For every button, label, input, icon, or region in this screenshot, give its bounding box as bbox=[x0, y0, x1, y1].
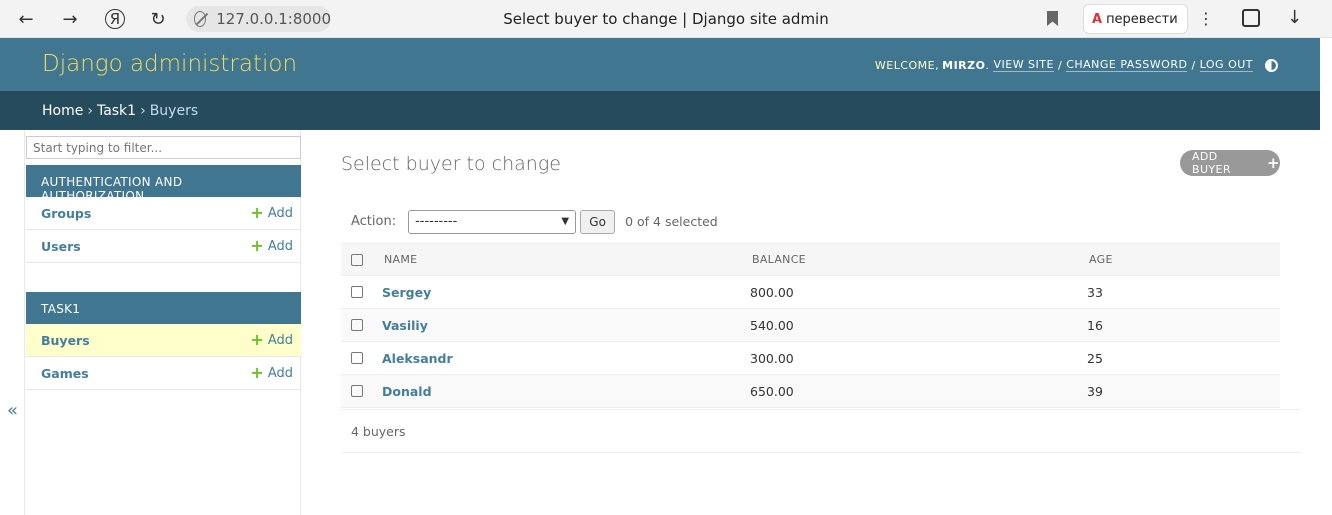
sidebar-item-games[interactable]: Games + Add bbox=[26, 357, 301, 390]
add-buyer-button[interactable]: ADD BUYER + bbox=[1180, 150, 1280, 176]
column-header-age[interactable]: AGE bbox=[1089, 253, 1113, 266]
translate-icon: A bbox=[1092, 11, 1103, 27]
log-out-link[interactable]: LOG OUT bbox=[1199, 58, 1253, 72]
user-tools: WELCOME, MIRZO. VIEW SITE / CHANGE PASSW… bbox=[875, 58, 1278, 72]
nav-sidebar: AUTHENTICATION AND AUTHORIZATION Groups … bbox=[24, 130, 301, 515]
breadcrumb-app[interactable]: Task1 bbox=[97, 103, 136, 119]
buyer-name-link[interactable]: Sergey bbox=[382, 285, 431, 300]
sidebar-item-groups[interactable]: Groups + Add bbox=[26, 197, 301, 230]
table-row: Sergey 800.00 33 bbox=[341, 276, 1280, 309]
buyer-name-link[interactable]: Donald bbox=[382, 384, 432, 399]
period: . bbox=[985, 58, 990, 72]
username: MIRZO bbox=[942, 58, 986, 72]
filter-input[interactable] bbox=[26, 136, 301, 159]
buyer-name-link[interactable]: Vasiliy bbox=[382, 318, 428, 333]
table-row: Vasiliy 540.00 16 bbox=[341, 309, 1280, 342]
site-header: Django administration WELCOME, MIRZO. VI… bbox=[0, 38, 1320, 91]
buyer-age: 16 bbox=[1087, 317, 1103, 333]
sidebar-item-label[interactable]: Games bbox=[41, 366, 89, 381]
action-label: Action: bbox=[351, 214, 397, 229]
download-icon[interactable]: ↓ bbox=[1287, 7, 1302, 28]
buyer-age: 25 bbox=[1087, 350, 1103, 366]
selection-counter: 0 of 4 selected bbox=[625, 214, 718, 229]
add-groups-link[interactable]: + Add bbox=[250, 205, 293, 221]
sidebar-item-users[interactable]: Users + Add bbox=[26, 230, 301, 263]
plus-icon: + bbox=[250, 203, 264, 222]
plus-icon: + bbox=[250, 236, 264, 255]
buyer-balance: 650.00 bbox=[750, 383, 794, 399]
select-all-checkbox[interactable] bbox=[351, 253, 363, 266]
sidebar-item-label[interactable]: Groups bbox=[41, 206, 91, 221]
chevron-down-icon: ▼ bbox=[561, 216, 570, 227]
sidebar-item-label[interactable]: Users bbox=[41, 239, 81, 254]
add-label: Add bbox=[267, 205, 293, 221]
actions-bar: Action: --------- ▼ Go 0 of 4 selected bbox=[341, 206, 1280, 237]
buyer-balance: 300.00 bbox=[750, 350, 794, 366]
add-users-link[interactable]: + Add bbox=[250, 238, 293, 254]
toggle-sidebar-button[interactable]: « bbox=[7, 400, 18, 421]
browser-toolbar: ← → Я ↻ 127.0.0.1:8000 Select buyer to c… bbox=[0, 0, 1332, 38]
theme-toggle-icon[interactable] bbox=[1265, 58, 1278, 72]
app-caption-task1[interactable]: TASK1 bbox=[26, 292, 301, 324]
action-selected-value: --------- bbox=[415, 214, 458, 229]
separator: / bbox=[1191, 58, 1196, 72]
table-row: Donald 650.00 39 bbox=[341, 375, 1280, 408]
breadcrumb-home[interactable]: Home bbox=[42, 103, 83, 119]
plus-icon: + bbox=[1267, 154, 1280, 172]
breadcrumb-sep: › bbox=[87, 103, 93, 119]
add-label: Add bbox=[267, 332, 293, 348]
translate-label: перевести bbox=[1106, 11, 1178, 27]
column-header-name[interactable]: NAME bbox=[384, 253, 417, 266]
change-password-link[interactable]: CHANGE PASSWORD bbox=[1066, 58, 1188, 72]
plus-icon: + bbox=[250, 363, 264, 382]
add-games-link[interactable]: + Add bbox=[250, 365, 293, 381]
breadcrumb-current: Buyers bbox=[149, 103, 199, 119]
sidebar-item-label[interactable]: Buyers bbox=[41, 333, 90, 348]
breadcrumb: Home › Task1 › Buyers bbox=[0, 91, 1320, 130]
plus-icon: + bbox=[250, 330, 264, 349]
add-label: Add bbox=[267, 365, 293, 381]
sidebar-item-buyers[interactable]: Buyers + Add bbox=[26, 324, 301, 357]
row-checkbox[interactable] bbox=[351, 385, 363, 397]
buyer-age: 33 bbox=[1087, 284, 1103, 300]
page-title: Select buyer to change bbox=[341, 153, 561, 175]
buyer-age: 39 bbox=[1087, 383, 1103, 399]
go-button[interactable]: Go bbox=[580, 209, 616, 234]
row-checkbox[interactable] bbox=[351, 352, 363, 364]
buyer-balance: 800.00 bbox=[750, 284, 794, 300]
app-caption-auth[interactable]: AUTHENTICATION AND AUTHORIZATION bbox=[26, 165, 301, 203]
result-count: 4 buyers bbox=[341, 409, 1300, 453]
add-buyers-link[interactable]: + Add bbox=[250, 332, 293, 348]
action-select[interactable]: --------- ▼ bbox=[408, 209, 577, 234]
table-header: NAME BALANCE AGE bbox=[341, 243, 1280, 276]
add-label: Add bbox=[267, 238, 293, 254]
buyer-name-link[interactable]: Aleksandr bbox=[382, 351, 453, 366]
row-checkbox[interactable] bbox=[351, 319, 363, 331]
extensions-icon[interactable] bbox=[1242, 9, 1260, 27]
site-name[interactable]: Django administration bbox=[42, 51, 297, 77]
table-row: Aleksandr 300.00 25 bbox=[341, 342, 1280, 375]
add-buyer-label: ADD BUYER bbox=[1192, 150, 1231, 176]
translate-button[interactable]: A перевести bbox=[1083, 4, 1188, 34]
result-list: NAME BALANCE AGE Sergey 800.00 33 Vasili… bbox=[341, 243, 1280, 408]
welcome-text: WELCOME, bbox=[874, 58, 940, 72]
row-checkbox[interactable] bbox=[351, 286, 363, 298]
breadcrumb-sep: › bbox=[140, 103, 146, 119]
tab-title-text: Select buyer to change | Django site adm… bbox=[503, 10, 829, 28]
view-site-link[interactable]: VIEW SITE bbox=[993, 58, 1054, 72]
kebab-menu-icon[interactable]: ⋮ bbox=[1198, 9, 1214, 28]
column-header-balance[interactable]: BALANCE bbox=[752, 253, 806, 266]
buyer-balance: 540.00 bbox=[750, 317, 794, 333]
separator: / bbox=[1057, 58, 1063, 72]
